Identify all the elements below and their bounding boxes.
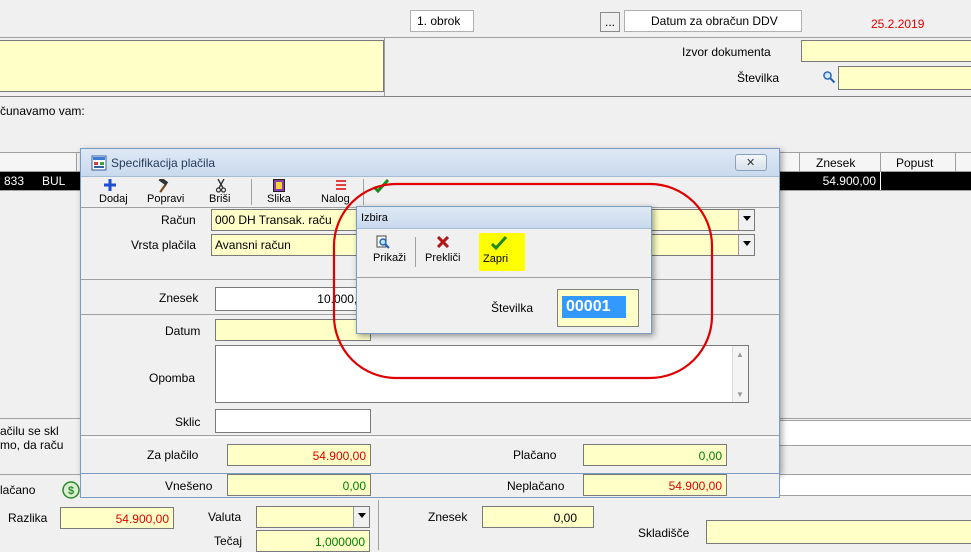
datum-ddv-label: Datum za obračun DDV <box>651 14 778 28</box>
skladisce-label: Skladišče <box>638 526 690 540</box>
za-placilo-value: 54.900,00 <box>312 449 366 463</box>
divider <box>955 153 956 173</box>
datum-label: Datum <box>165 324 201 338</box>
popravi-label: Popravi <box>147 193 185 205</box>
svg-text:$: $ <box>68 485 74 497</box>
placano-value: 0,00 <box>698 449 722 463</box>
dollar-icon[interactable]: $ <box>62 481 80 499</box>
razlika-value: 54.900,00 <box>115 512 169 526</box>
neplacano-label: Neplačano <box>507 479 565 493</box>
neplacano-field: 54.900,00 <box>583 474 727 496</box>
divider <box>384 38 385 96</box>
dodaj-button[interactable]: Dodaj <box>95 179 128 207</box>
sklic-label: Sklic <box>175 415 201 429</box>
neplacano-value: 54.900,00 <box>668 479 722 493</box>
divider <box>76 153 77 173</box>
row-znesek: 54.900,00 <box>822 174 876 188</box>
row-id: 833 <box>4 174 25 188</box>
divider <box>880 153 881 173</box>
image-icon <box>273 179 285 192</box>
chevron-down-icon[interactable] <box>738 210 754 230</box>
opomba-label: Opomba <box>149 371 196 385</box>
placano-field: 0,00 <box>583 444 727 466</box>
dodaj-label: Dodaj <box>99 193 128 205</box>
buyer-field[interactable] <box>0 40 384 92</box>
chevron-down-icon[interactable] <box>738 235 754 255</box>
ellipsis-button[interactable]: ... <box>600 12 620 32</box>
note-side-box <box>752 420 971 446</box>
vrsta-label: Vrsta plačila <box>131 238 196 252</box>
izvor-field[interactable] <box>801 40 971 62</box>
za-placilo-label: Za plačilo <box>147 448 199 462</box>
valuta-label: Valuta <box>208 510 242 524</box>
divider <box>81 435 779 436</box>
divider <box>880 172 881 190</box>
stevilka-label: Številka <box>737 71 780 85</box>
vneseno-label: Vnešeno <box>165 479 213 493</box>
razlika-field[interactable]: 54.900,00 <box>60 507 174 529</box>
screen: { "colors": { "field_yellow":"#ffffc8", … <box>0 0 971 552</box>
chevron-down-icon[interactable] <box>353 507 369 527</box>
datum-ddv-value: 25.2.2019 <box>871 17 925 31</box>
placano-label-bg: lačano <box>0 483 36 497</box>
razlika-label: Razlika <box>8 511 48 525</box>
valuta-combo[interactable] <box>256 506 370 528</box>
annotation-oval <box>332 182 714 380</box>
slika-button[interactable]: Slika <box>263 179 293 207</box>
brisi-button[interactable]: Briši <box>205 179 235 207</box>
placano-side-box <box>752 474 971 496</box>
scroll-up-icon[interactable]: ▲ <box>736 348 744 362</box>
tecaj-label: Tečaj <box>214 534 243 548</box>
vneseno-field: 0,00 <box>227 474 371 496</box>
skladisce-field[interactable] <box>706 520 971 544</box>
sklic-field[interactable] <box>215 409 371 433</box>
stevilka-field[interactable] <box>838 66 971 90</box>
znesek-field-bg[interactable]: 0,00 <box>482 506 594 528</box>
top-bar: 1. obrok ... Datum za obračun DDV 25.2.2… <box>0 0 971 38</box>
divider <box>799 153 800 173</box>
col-znesek[interactable]: Znesek <box>816 156 855 170</box>
datum-ddv-box: Datum za obračun DDV <box>624 10 802 32</box>
slika-label: Slika <box>267 193 291 205</box>
divider <box>378 500 379 550</box>
obrok-field[interactable]: 1. obrok <box>410 10 474 32</box>
brisi-label: Briši <box>209 193 231 205</box>
znesek-value-bg: 0,00 <box>553 511 577 525</box>
placano-label: Plačano <box>513 448 557 462</box>
izvor-label: Izvor dokumenta <box>682 45 771 59</box>
popravi-button[interactable]: Popravi <box>141 179 185 207</box>
obrok-value: 1. obrok <box>417 14 461 28</box>
scissors-icon <box>215 179 227 193</box>
app-icon <box>91 155 107 171</box>
row-code: BUL <box>42 174 66 188</box>
spec-title-bar[interactable]: Specifikacija plačila ✕ <box>81 149 779 177</box>
scroll-down-icon[interactable]: ▼ <box>736 388 744 402</box>
racun-label: Račun <box>161 213 196 227</box>
ellipsis-label: ... <box>605 15 616 29</box>
vrsta-value: Avansni račun <box>215 238 291 252</box>
divider <box>81 437 779 438</box>
spec-dialog-footer: Vnešeno 0,00 Neplačano 54.900,00 <box>80 474 780 498</box>
znesek-label-bg: Znesek <box>428 510 468 524</box>
close-icon: ✕ <box>746 157 756 169</box>
znesek-label: Znesek <box>159 291 199 305</box>
spec-title: Specifikacija plačila <box>111 156 216 170</box>
toolbar-separator <box>251 179 252 205</box>
search-icon[interactable] <box>822 70 836 84</box>
tecaj-field[interactable]: 1,000000 <box>256 530 370 552</box>
col-popust[interactable]: Popust <box>896 156 933 170</box>
note-line-2: mo, da raču <box>0 438 64 452</box>
vneseno-value: 0,00 <box>342 479 366 493</box>
scrollbar[interactable]: ▲ ▼ <box>732 346 748 402</box>
divider <box>0 37 971 38</box>
intro-text: čunavamo vam: <box>0 104 85 118</box>
note-line-1: ačilu se skl <box>0 424 59 438</box>
plus-icon <box>104 179 116 191</box>
hammer-icon <box>158 179 169 193</box>
divider <box>0 96 971 97</box>
tecaj-value: 1,000000 <box>314 535 365 549</box>
close-button[interactable]: ✕ <box>735 154 767 171</box>
za-placilo-field: 54.900,00 <box>227 444 371 466</box>
